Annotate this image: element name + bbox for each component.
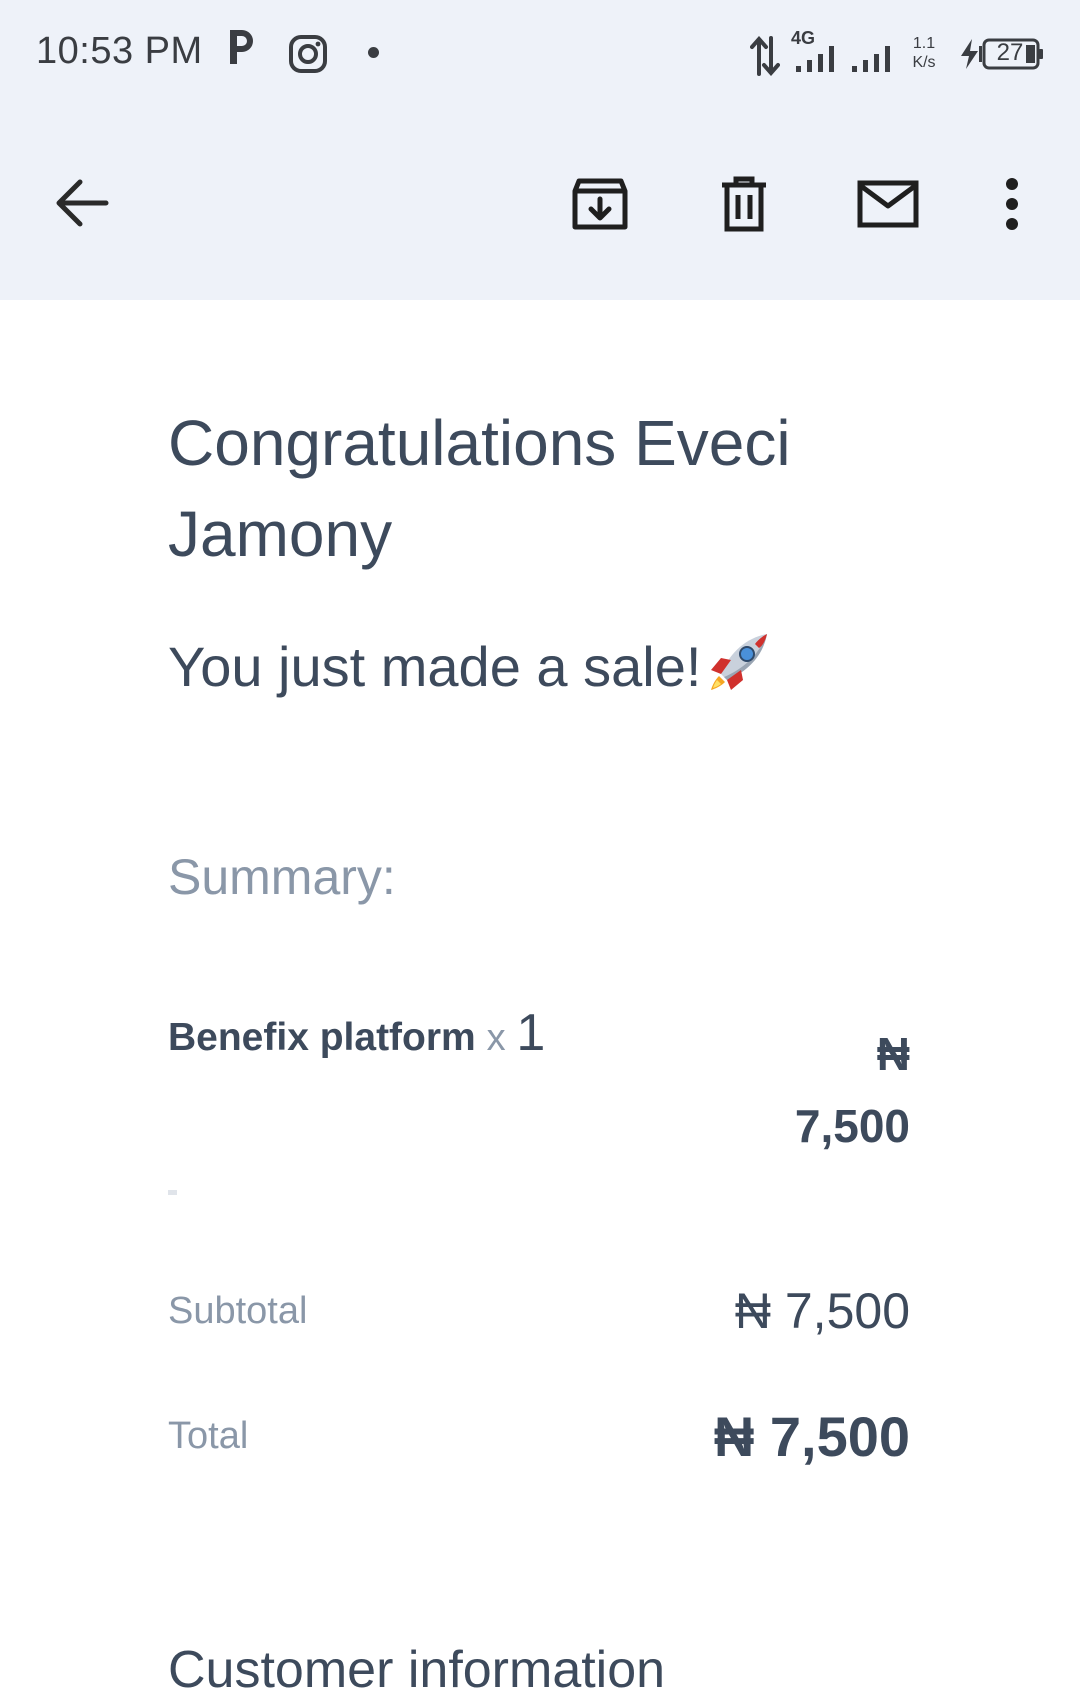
app-bar: 10:53 PM 4G 1.1 K/s 27 <box>0 0 1080 300</box>
back-arrow-icon[interactable] <box>54 178 110 228</box>
item-amount: 7,500 <box>794 1100 910 1152</box>
item-name: Benefix platform <box>168 1016 476 1059</box>
signal-icon-2 <box>850 46 900 77</box>
battery-level: 27 <box>996 39 1024 66</box>
email-heading: Congratulations Eveci Jamony <box>168 407 791 570</box>
net-speed-unit: K/s <box>912 54 936 71</box>
sale-message: You just made a sale! <box>168 635 702 698</box>
instagram-icon <box>288 34 328 79</box>
item-currency: ₦ <box>876 1028 910 1080</box>
notification-dot-icon <box>368 47 379 58</box>
item-quantity: 1 <box>516 1004 546 1062</box>
net-speed: 1.1 K/s <box>906 34 942 72</box>
total-label: Total <box>168 1415 249 1457</box>
mark-unread-icon[interactable] <box>857 180 919 228</box>
item-description <box>168 1190 177 1195</box>
summary-label: Summary: <box>168 849 396 905</box>
charging-icon <box>958 38 984 75</box>
email-subheading: You just made a sale! <box>168 630 908 712</box>
item-multiplier: x <box>486 1017 506 1059</box>
order-item: Benefix platform x 1 <box>168 1003 545 1063</box>
total-value: ₦ 7,500 <box>713 1405 910 1468</box>
data-transfer-icon <box>750 35 780 81</box>
parking-app-icon <box>226 28 256 76</box>
signal-icon <box>794 46 844 77</box>
status-bar: 10:53 PM 4G 1.1 K/s 27 <box>0 0 1080 110</box>
item-price: ₦ 7,500 <box>710 1018 910 1162</box>
rocket-icon <box>705 630 771 712</box>
archive-icon[interactable] <box>571 175 629 233</box>
subtotal-label: Subtotal <box>168 1290 308 1332</box>
more-options-icon[interactable] <box>1005 178 1019 230</box>
net-speed-value: 1.1 <box>912 35 936 52</box>
delete-icon[interactable] <box>719 175 769 233</box>
customer-info-heading: Customer information <box>168 1641 666 1699</box>
subtotal-value: ₦ 7,500 <box>734 1283 910 1339</box>
status-time: 10:53 PM <box>36 30 203 72</box>
